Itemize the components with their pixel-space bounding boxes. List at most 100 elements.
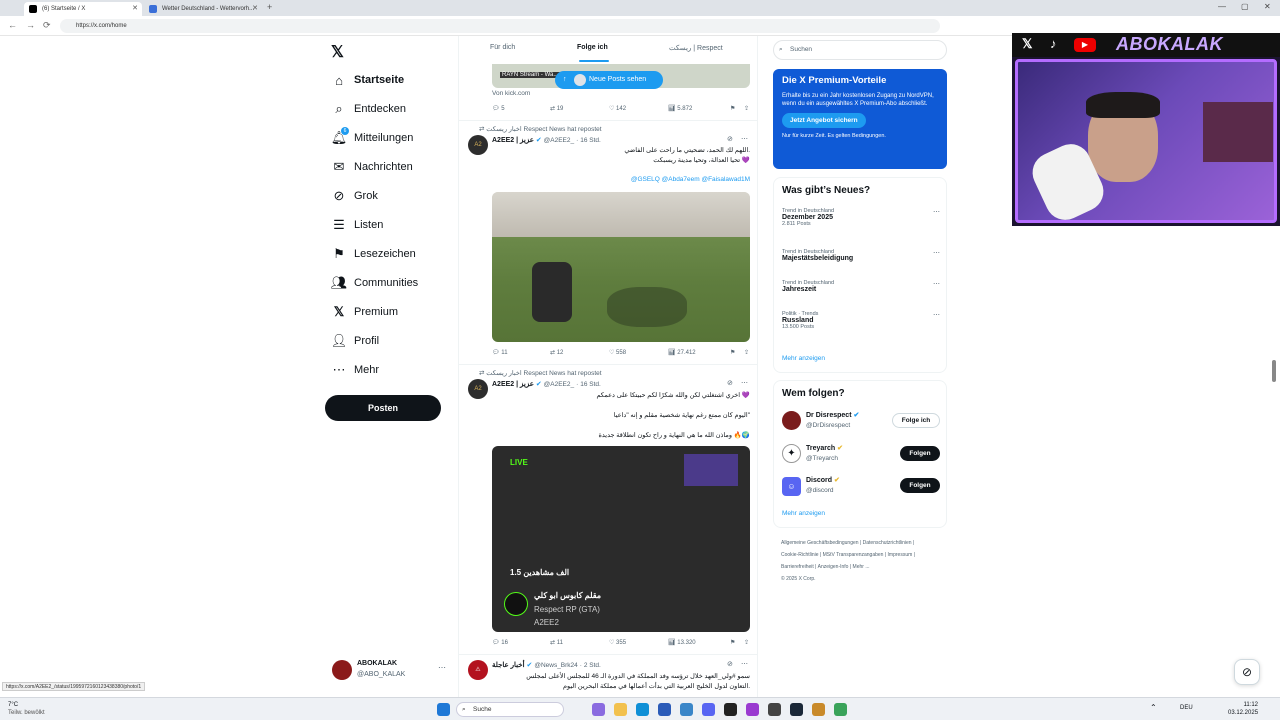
like-button[interactable]: ♡ 558 (609, 349, 626, 356)
window-close-icon[interactable]: ✕ (1264, 2, 1271, 11)
footer-link[interactable]: MStV Transparenzangaben (823, 552, 884, 558)
reply-button[interactable]: 💬︎ 11 (492, 349, 508, 356)
sidebar-item-bookmarks[interactable]: ⚑ Lesezeichen (330, 243, 416, 265)
sidebar-item-grok[interactable]: ⊘ Grok (330, 185, 378, 207)
reply-button[interactable]: 💬︎ 16 (492, 639, 508, 646)
repost-button[interactable]: ⇄ 12 (550, 349, 563, 356)
grok-icon[interactable]: ⊘ (727, 135, 733, 143)
more-icon[interactable]: ⋯ (933, 249, 940, 257)
bookmark-icon[interactable]: ⚑ (730, 639, 735, 646)
tab-following[interactable]: Folge ich (577, 44, 608, 51)
tab-for-you[interactable]: Für dich (490, 44, 515, 51)
close-icon[interactable]: ✕ (252, 2, 258, 16)
reload-icon[interactable]: ⟳ (43, 20, 51, 31)
more-icon[interactable]: ⋯ (933, 311, 940, 319)
app-icon[interactable] (680, 703, 693, 716)
premium-cta-button[interactable]: Jetzt Angebot sichern (782, 113, 866, 128)
share-icon[interactable]: ⇪ (744, 639, 749, 646)
sidebar-item-home[interactable]: ⌂ Startseite (330, 69, 404, 91)
footer-link[interactable]: Cookie-Richtlinie (781, 552, 819, 558)
bookmark-icon[interactable]: ⚑ (730, 105, 735, 112)
tweet-author[interactable]: أخبار عاجلة ✔ @News_Brk24 · 2 Std. (492, 661, 601, 669)
x-logo-icon[interactable]: 𝕏 (331, 42, 344, 62)
tweet-mentions[interactable]: @GSELQ @Abda7eem @Faisalawad1M (492, 176, 750, 183)
grok-icon[interactable]: ⊘ (727, 379, 733, 387)
more-icon[interactable]: ⋯ (741, 660, 748, 668)
tray-chevron-icon[interactable]: ⌃ (1150, 703, 1157, 712)
minimize-icon[interactable]: — (1218, 2, 1226, 11)
show-more-link[interactable]: Mehr anzeigen (782, 510, 825, 517)
more-icon[interactable]: ⋯ (933, 280, 940, 288)
views-button[interactable]: 📊︎ 13.320 (668, 639, 696, 646)
grok-button[interactable]: ⊘ (1234, 659, 1260, 685)
follow-suggestion-name[interactable]: Treyarch ✔ (806, 444, 843, 452)
share-icon[interactable]: ⇪ (744, 349, 749, 356)
grok-icon[interactable]: ⊘ (727, 660, 733, 668)
avatar[interactable]: ✦ (782, 444, 801, 463)
trend-item[interactable]: Trend in Deutschland Majestätsbeleidigun… (782, 249, 940, 271)
clock[interactable]: 11:12 03.12.2025 (1228, 701, 1258, 717)
follow-button[interactable]: Folgen (900, 446, 940, 461)
follow-button[interactable]: Folgen (900, 478, 940, 493)
scrollbar[interactable] (1272, 360, 1276, 382)
maximize-icon[interactable]: ▢ (1241, 2, 1249, 11)
views-button[interactable]: 📊︎ 5.872 (668, 105, 692, 112)
discord-icon[interactable]: ☺ (782, 477, 801, 496)
show-more-link[interactable]: Mehr anzeigen (782, 355, 825, 362)
trend-item[interactable]: Trend in Deutschland Dezember 2025 2.811… (782, 208, 940, 238)
sidebar-item-premium[interactable]: 𝕏 Premium (330, 301, 398, 323)
sidebar-item-explore[interactable]: ⌕ Entdecken (330, 98, 406, 120)
discord-icon[interactable] (702, 703, 715, 716)
language-indicator[interactable]: DEU (1180, 705, 1193, 711)
obs-icon[interactable] (746, 703, 759, 716)
following-button[interactable]: Folge ich (892, 413, 940, 428)
sidebar-item-communities[interactable]: 👥︎ Communities (330, 272, 418, 294)
edge-icon[interactable] (636, 703, 649, 716)
sidebar-item-profile[interactable]: 👤︎ Profil (330, 330, 379, 352)
trend-item[interactable]: Trend in Deutschland Jahreszeit ⋯ (782, 280, 940, 302)
share-icon[interactable]: ⇪ (744, 105, 749, 112)
windows-start-icon[interactable] (437, 703, 450, 716)
app-icon[interactable] (768, 703, 781, 716)
taskbar-search[interactable]: ⌕ Suche (456, 702, 564, 717)
sidebar-item-messages[interactable]: ✉ Nachrichten (330, 156, 413, 178)
avatar[interactable]: ⚠ (468, 660, 488, 680)
like-button[interactable]: ♡ 142 (609, 105, 626, 112)
forward-icon[interactable]: → (26, 20, 35, 30)
back-icon[interactable]: ← (8, 20, 17, 30)
views-button[interactable]: 📊︎ 27.412 (668, 349, 696, 356)
steam-icon[interactable] (790, 703, 803, 716)
repost-button[interactable]: ⇄ 19 (550, 105, 563, 112)
tweet-author[interactable]: A2EE2 | عزيز ✔ @A2EE2_ · 16 Std. (492, 380, 601, 388)
new-tab-icon[interactable]: + (267, 2, 272, 12)
tab-respect[interactable]: ريسكت | Respect (669, 44, 723, 52)
stream-preview[interactable]: LIVE 1.5 الف مشاهدين مقلم كابوس ابو كلي … (492, 446, 750, 632)
more-icon[interactable]: ⋯ (438, 663, 446, 672)
trend-item[interactable]: Politik · Trends Russland 13.500 Posts ⋯ (782, 311, 940, 341)
footer-link[interactable]: Impressum (888, 552, 913, 558)
bookmark-icon[interactable]: ⚑ (730, 349, 735, 356)
avatar[interactable]: A2 (468, 379, 488, 399)
reply-button[interactable]: 💬︎ 5 (492, 105, 505, 112)
terminal-icon[interactable] (724, 703, 737, 716)
tweet-author[interactable]: A2EE2 | عزيز ✔ @A2EE2_ · 16 Std. (492, 136, 601, 144)
weather-widget[interactable]: 7°C Teilw. bewölkt (8, 701, 45, 717)
post-button[interactable]: Posten (325, 395, 441, 421)
footer-link[interactable]: Allgemeine Geschäftsbedingungen (781, 540, 859, 546)
avatar[interactable] (782, 411, 801, 430)
more-icon[interactable]: ⋯ (933, 208, 940, 216)
avatar[interactable]: A2 (468, 135, 488, 155)
url-field[interactable]: https://x.com/home (60, 19, 940, 33)
footer-link[interactable]: Anzeigen-Info (818, 564, 849, 570)
app-icon[interactable] (834, 703, 847, 716)
new-posts-pill[interactable]: ↑ Neue Posts sehen (555, 71, 663, 89)
footer-link[interactable]: Mehr ... (853, 564, 870, 570)
copilot-icon[interactable] (592, 703, 605, 716)
tab-weather[interactable]: Wetter Deutschland - Wettervorh... ✕ (144, 2, 262, 16)
sidebar-item-more[interactable]: ⋯ Mehr (330, 359, 380, 381)
close-icon[interactable]: ✕ (132, 2, 138, 16)
like-button[interactable]: ♡ 355 (609, 639, 626, 646)
follow-suggestion-name[interactable]: Discord ✔ (806, 476, 840, 484)
tweet-image[interactable] (492, 192, 750, 342)
tab-x-home[interactable]: (6) Startseite / X ✕ (24, 2, 142, 16)
